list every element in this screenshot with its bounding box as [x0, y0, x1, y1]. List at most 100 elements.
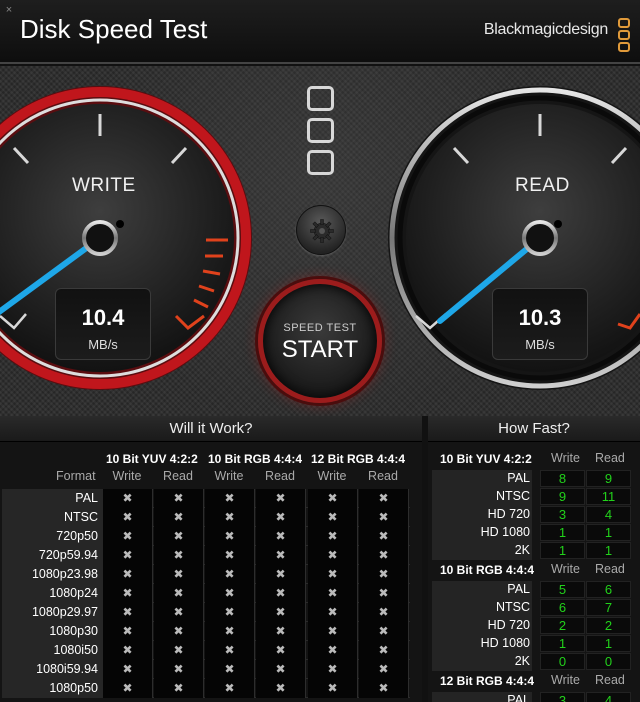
start-button-caption: SPEED TEST: [283, 322, 357, 334]
write-speed-unit: MB/s: [88, 337, 118, 352]
hf-read-value: 2: [586, 617, 631, 634]
write-speed-value: 10.4: [81, 305, 125, 330]
hf-group-header: 12 Bit RGB 4:4:4: [440, 674, 535, 688]
row-format-label: PAL: [507, 471, 530, 485]
fail-icon: ✖: [103, 622, 153, 641]
row-format-label: HD 720: [487, 507, 530, 521]
fail-icon: ✖: [154, 565, 204, 584]
table-row: NTSC 9 11: [430, 488, 640, 506]
table-row: PAL ✖ ✖ ✖ ✖ ✖ ✖: [2, 489, 410, 508]
hf-read-value: 1: [586, 635, 631, 652]
row-format-label: HD 720: [487, 618, 530, 632]
row-format-label: 1080p30: [49, 624, 98, 638]
fail-icon: ✖: [103, 660, 153, 679]
row-format-label: NTSC: [495, 600, 530, 614]
fail-icon: ✖: [359, 622, 409, 641]
hf-read-value: 4: [586, 692, 631, 702]
app-title: Disk Speed Test: [20, 14, 208, 44]
row-format-label: 2K: [514, 654, 530, 668]
table-row: 1080p50 ✖ ✖ ✖ ✖ ✖ ✖: [2, 679, 410, 698]
fail-icon: ✖: [256, 660, 306, 679]
hf-write-value: 1: [540, 524, 585, 541]
fail-icon: ✖: [205, 603, 255, 622]
row-format-label: PAL: [507, 693, 530, 702]
fail-icon: ✖: [103, 565, 153, 584]
table-row: 720p59.94 ✖ ✖ ✖ ✖ ✖ ✖: [2, 546, 410, 565]
row-format-label: 1080p24: [49, 586, 98, 600]
ww-col-write-header: Write: [112, 469, 142, 483]
fail-icon: ✖: [103, 527, 153, 546]
fail-icon: ✖: [256, 489, 306, 508]
hf-col-write-header: Write: [551, 451, 580, 465]
ww-col-read-header: Read: [265, 469, 295, 483]
fail-icon: ✖: [256, 679, 306, 698]
table-row: 1080p29.97 ✖ ✖ ✖ ✖ ✖ ✖: [2, 603, 410, 622]
fail-icon: ✖: [308, 622, 358, 641]
table-row: 1080p23.98 ✖ ✖ ✖ ✖ ✖ ✖: [2, 565, 410, 584]
hf-group-header: 10 Bit RGB 4:4:4: [440, 563, 535, 577]
hf-read-value: 11: [586, 488, 631, 505]
fail-icon: ✖: [103, 603, 153, 622]
fail-icon: ✖: [256, 641, 306, 660]
hf-write-value: 8: [540, 470, 585, 487]
start-button[interactable]: SPEED TEST START: [258, 279, 382, 403]
table-row: HD 1080 1 1: [430, 635, 640, 653]
fail-icon: ✖: [154, 527, 204, 546]
table-row: 1080i59.94 ✖ ✖ ✖ ✖ ✖ ✖: [2, 660, 410, 679]
hf-write-value: 1: [540, 542, 585, 559]
close-button[interactable]: ×: [2, 3, 16, 17]
table-row: PAL 5 6: [430, 581, 640, 599]
row-format-label: NTSC: [63, 510, 98, 524]
fail-icon: ✖: [103, 489, 153, 508]
hf-col-write-header: Write: [551, 673, 580, 687]
gear-icon: [310, 219, 334, 243]
fail-icon: ✖: [256, 565, 306, 584]
fail-icon: ✖: [359, 584, 409, 603]
row-format-label: 1080p29.97: [31, 605, 98, 619]
fail-icon: ✖: [308, 679, 358, 698]
hf-read-value: 9: [586, 470, 631, 487]
ww-col-read-header: Read: [368, 469, 398, 483]
fail-icon: ✖: [154, 641, 204, 660]
hf-write-value: 1: [540, 635, 585, 652]
settings-button[interactable]: [296, 205, 346, 255]
ww-group-rgb444-12: 12 Bit RGB 4:4:4: [311, 452, 406, 466]
fail-icon: ✖: [205, 584, 255, 603]
row-format-label: 2K: [514, 543, 530, 557]
fail-icon: ✖: [154, 679, 204, 698]
table-row: HD 1080 1 1: [430, 524, 640, 542]
fail-icon: ✖: [205, 622, 255, 641]
fail-icon: ✖: [256, 508, 306, 527]
read-readout: 10.3 MB/s: [492, 288, 588, 360]
row-format-label: HD 1080: [480, 525, 530, 539]
row-format-label: PAL: [507, 582, 530, 596]
ww-group-rgb444-10: 10 Bit RGB 4:4:4: [208, 452, 303, 466]
fail-icon: ✖: [154, 584, 204, 603]
fail-icon: ✖: [308, 641, 358, 660]
fail-icon: ✖: [154, 660, 204, 679]
row-format-label: PAL: [75, 491, 98, 505]
fail-icon: ✖: [359, 679, 409, 698]
table-row: 1080p30 ✖ ✖ ✖ ✖ ✖ ✖: [2, 622, 410, 641]
write-readout: 10.4 MB/s: [55, 288, 151, 360]
fail-icon: ✖: [154, 508, 204, 527]
row-format-label: 720p59.94: [38, 548, 98, 562]
fail-icon: ✖: [103, 584, 153, 603]
fail-icon: ✖: [359, 546, 409, 565]
fail-icon: ✖: [154, 622, 204, 641]
row-format-label: 1080i50: [53, 643, 99, 657]
hf-group-header: 10 Bit YUV 4:2:2: [440, 452, 532, 466]
fail-icon: ✖: [205, 679, 255, 698]
fail-icon: ✖: [154, 546, 204, 565]
read-gauge-label: READ: [515, 175, 570, 196]
fail-icon: ✖: [256, 622, 306, 641]
table-row: PAL 8 9: [430, 470, 640, 488]
ww-col-read-header: Read: [163, 469, 193, 483]
title-bar: × Disk Speed Test Blackmagicdesign: [0, 0, 640, 64]
fail-icon: ✖: [205, 508, 255, 527]
hf-write-value: 2: [540, 617, 585, 634]
write-gauge-label: WRITE: [72, 175, 136, 196]
row-format-label: HD 1080: [480, 636, 530, 650]
fail-icon: ✖: [308, 660, 358, 679]
hf-col-write-header: Write: [551, 562, 580, 576]
